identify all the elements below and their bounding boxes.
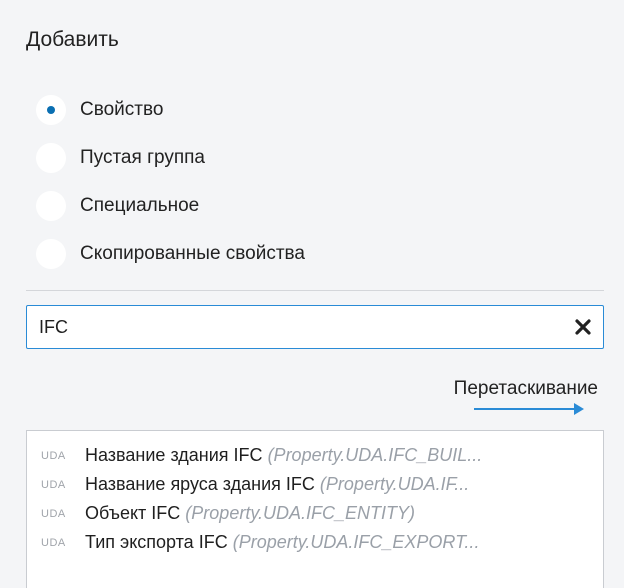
close-icon	[575, 319, 591, 335]
radio-option-copied-properties[interactable]: Скопированные свойства	[36, 230, 305, 278]
radio-option-special[interactable]: Специальное	[36, 182, 305, 230]
property-name: Название яруса здания IFC	[85, 474, 315, 494]
uda-badge: UDA	[41, 507, 66, 520]
property-id: (Property.UDA.IFC_EXPORT...	[232, 532, 480, 552]
radio-label: Скопированные свойства	[80, 243, 305, 264]
add-type-radio-group: Свойство Пустая группа Специальное Скопи…	[36, 86, 305, 278]
divider	[26, 290, 604, 291]
search-input[interactable]	[27, 305, 563, 349]
panel-title: Добавить	[26, 28, 119, 51]
property-id: (Property.UDA.IF...	[319, 474, 470, 494]
uda-badge: UDA	[41, 449, 66, 462]
radio-button[interactable]	[36, 239, 66, 269]
property-id: (Property.UDA.IFC_BUIL...	[267, 445, 483, 465]
radio-dot	[47, 106, 55, 114]
list-item-text: Название яруса здания IFC (Property.UDA.I…	[85, 474, 469, 495]
arrow-right-icon	[474, 403, 584, 415]
list-item-text: Объект IFC (Property.UDA.IFC_ENTITY)	[85, 503, 415, 524]
search-box	[26, 305, 604, 349]
radio-button[interactable]	[36, 191, 66, 221]
uda-badge: UDA	[41, 478, 66, 491]
drag-hint-label: Перетаскивание	[453, 378, 598, 399]
radio-label: Пустая группа	[80, 147, 205, 168]
property-name: Название здания IFC	[85, 445, 263, 465]
list-item[interactable]: UDA Название здания IFC (Property.UDA.IFC…	[27, 441, 603, 470]
clear-search-button[interactable]	[563, 307, 603, 347]
radio-label: Специальное	[80, 195, 200, 216]
radio-option-empty-group[interactable]: Пустая группа	[36, 134, 305, 182]
list-item-text: Название здания IFC (Property.UDA.IFC_BUI…	[85, 445, 482, 466]
property-results-list: UDA Название здания IFC (Property.UDA.IFC…	[26, 430, 604, 588]
radio-button-selected[interactable]	[36, 95, 66, 125]
property-id: (Property.UDA.IFC_ENTITY)	[185, 503, 415, 523]
property-name: Тип экспорта IFC	[85, 532, 228, 552]
property-name: Объект IFC	[85, 503, 181, 523]
radio-label: Свойство	[80, 99, 164, 120]
list-item[interactable]: UDA Название яруса здания IFC (Property.U…	[27, 470, 603, 499]
list-item-text: Тип экспорта IFC (Property.UDA.IFC_EXPORT…	[85, 532, 479, 553]
radio-button[interactable]	[36, 143, 66, 173]
uda-badge: UDA	[41, 536, 66, 549]
radio-option-property[interactable]: Свойство	[36, 86, 305, 134]
list-item[interactable]: UDA Объект IFC (Property.UDA.IFC_ENTITY)	[27, 499, 603, 528]
list-item[interactable]: UDA Тип экспорта IFC (Property.UDA.IFC_EX…	[27, 528, 603, 557]
